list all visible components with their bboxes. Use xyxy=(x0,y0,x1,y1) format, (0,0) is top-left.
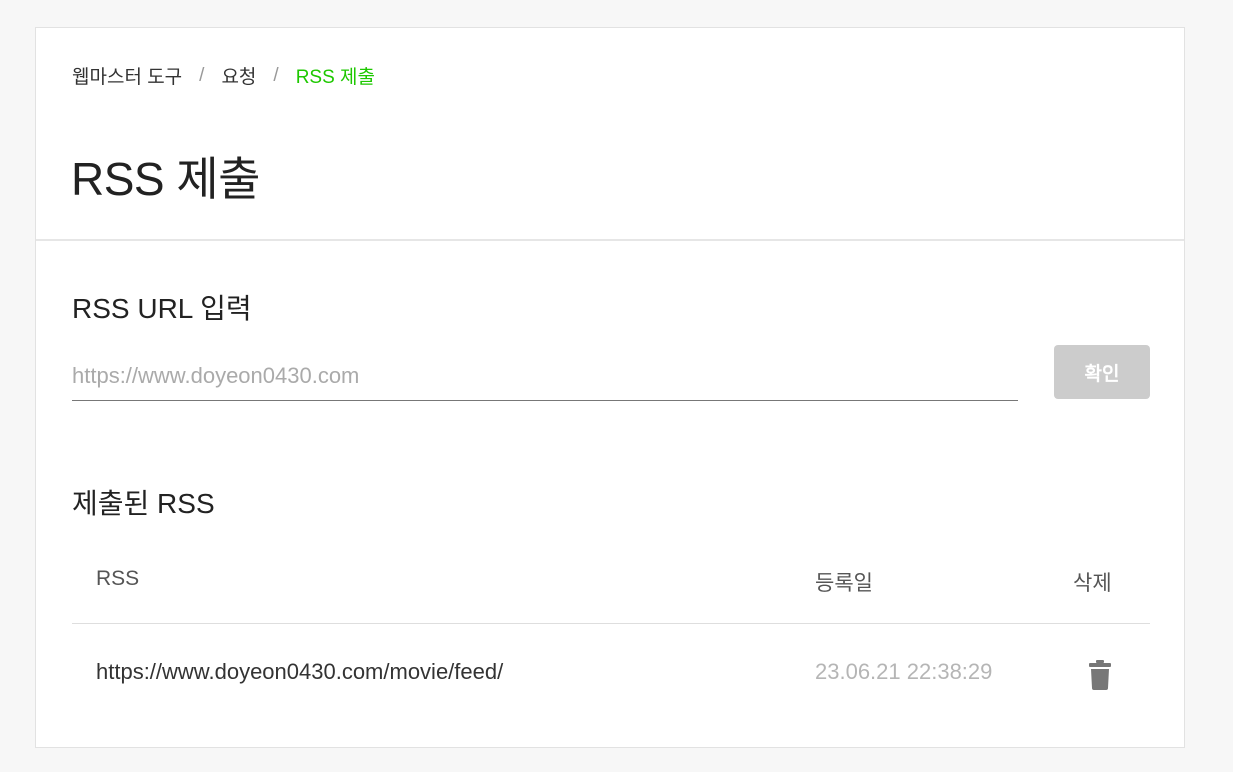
rss-url-cell: https://www.doyeon0430.com/movie/feed/ xyxy=(96,659,504,684)
breadcrumb-item-rss-submit: RSS 제출 xyxy=(295,67,376,88)
column-header-rss: RSS xyxy=(96,567,140,590)
card-header: 웹마스터 도구 / 요청 / RSS 제출 RSS 제출 xyxy=(36,28,1184,241)
delete-button[interactable] xyxy=(1089,660,1111,690)
column-header-delete: 삭제 xyxy=(1073,572,1112,595)
rss-url-section-title: RSS URL 입력 xyxy=(72,293,252,324)
rss-url-input[interactable] xyxy=(72,351,1018,401)
breadcrumb-separator: / xyxy=(199,64,205,86)
rss-submit-card: 웹마스터 도구 / 요청 / RSS 제출 RSS 제출 RSS URL 입력 … xyxy=(35,27,1185,748)
table-row: https://www.doyeon0430.com/movie/feed/ 2… xyxy=(72,624,1150,724)
submitted-rss-section-title: 제출된 RSS xyxy=(72,488,215,519)
page-title: RSS 제출 xyxy=(71,153,261,205)
breadcrumb-separator: / xyxy=(273,64,279,86)
confirm-button[interactable]: 확인 xyxy=(1054,345,1150,399)
submitted-rss-table: RSS 등록일 삭제 https://www.doyeon0430.com/mo… xyxy=(72,548,1150,724)
breadcrumb-item-request[interactable]: 요청 xyxy=(221,62,256,89)
breadcrumb: 웹마스터 도구 / 요청 / RSS 제출 xyxy=(72,62,375,89)
breadcrumb-item-webmaster-tools[interactable]: 웹마스터 도구 xyxy=(72,62,182,89)
column-header-date: 등록일 xyxy=(815,572,873,595)
registered-date-cell: 23.06.21 22:38:29 xyxy=(815,659,993,684)
trash-icon[interactable] xyxy=(1089,660,1111,690)
table-header: RSS 등록일 삭제 xyxy=(72,548,1150,624)
